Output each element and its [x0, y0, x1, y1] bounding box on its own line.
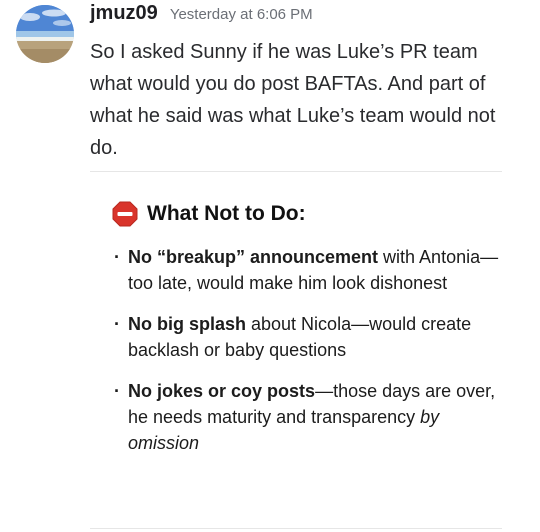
divider	[90, 528, 502, 529]
bullet-dot: ·	[114, 381, 120, 401]
section-heading: What Not to Do:	[112, 196, 512, 232]
bullet-dot: ·	[114, 314, 120, 334]
message-content: jmuz09 Yesterday at 6:06 PM So I asked S…	[90, 2, 520, 164]
bullet-dot: ·	[114, 247, 120, 267]
divider	[90, 171, 502, 172]
bullet-bold-text: No big splash	[128, 314, 247, 334]
timestamp[interactable]: Yesterday at 6:06 PM	[170, 6, 313, 23]
list-item: · No “breakup” announcement with Antonia…	[112, 244, 512, 296]
message-text: So I asked Sunny if he was Luke’s PR tea…	[90, 41, 496, 159]
section-heading-text: What Not to Do:	[147, 202, 306, 225]
message-header: jmuz09 Yesterday at 6:06 PM	[90, 2, 520, 32]
bullet-bold-text: No jokes or coy posts	[128, 381, 316, 401]
avatar[interactable]	[16, 5, 74, 63]
beach-photo-icon	[16, 5, 74, 63]
quoted-content: What Not to Do: · No “breakup” announcem…	[112, 196, 512, 471]
bullet-bold-text: No “breakup” announcement	[128, 247, 379, 267]
bullet-list: · No “breakup” announcement with Antonia…	[112, 244, 512, 456]
username[interactable]: jmuz09	[90, 2, 158, 25]
chat-message: jmuz09 Yesterday at 6:06 PM So I asked S…	[0, 0, 540, 532]
stop-sign-icon	[112, 201, 138, 227]
list-item: · No big splash about Nicola—would creat…	[112, 311, 512, 363]
list-item: · No jokes or coy posts—those days are o…	[112, 378, 512, 456]
